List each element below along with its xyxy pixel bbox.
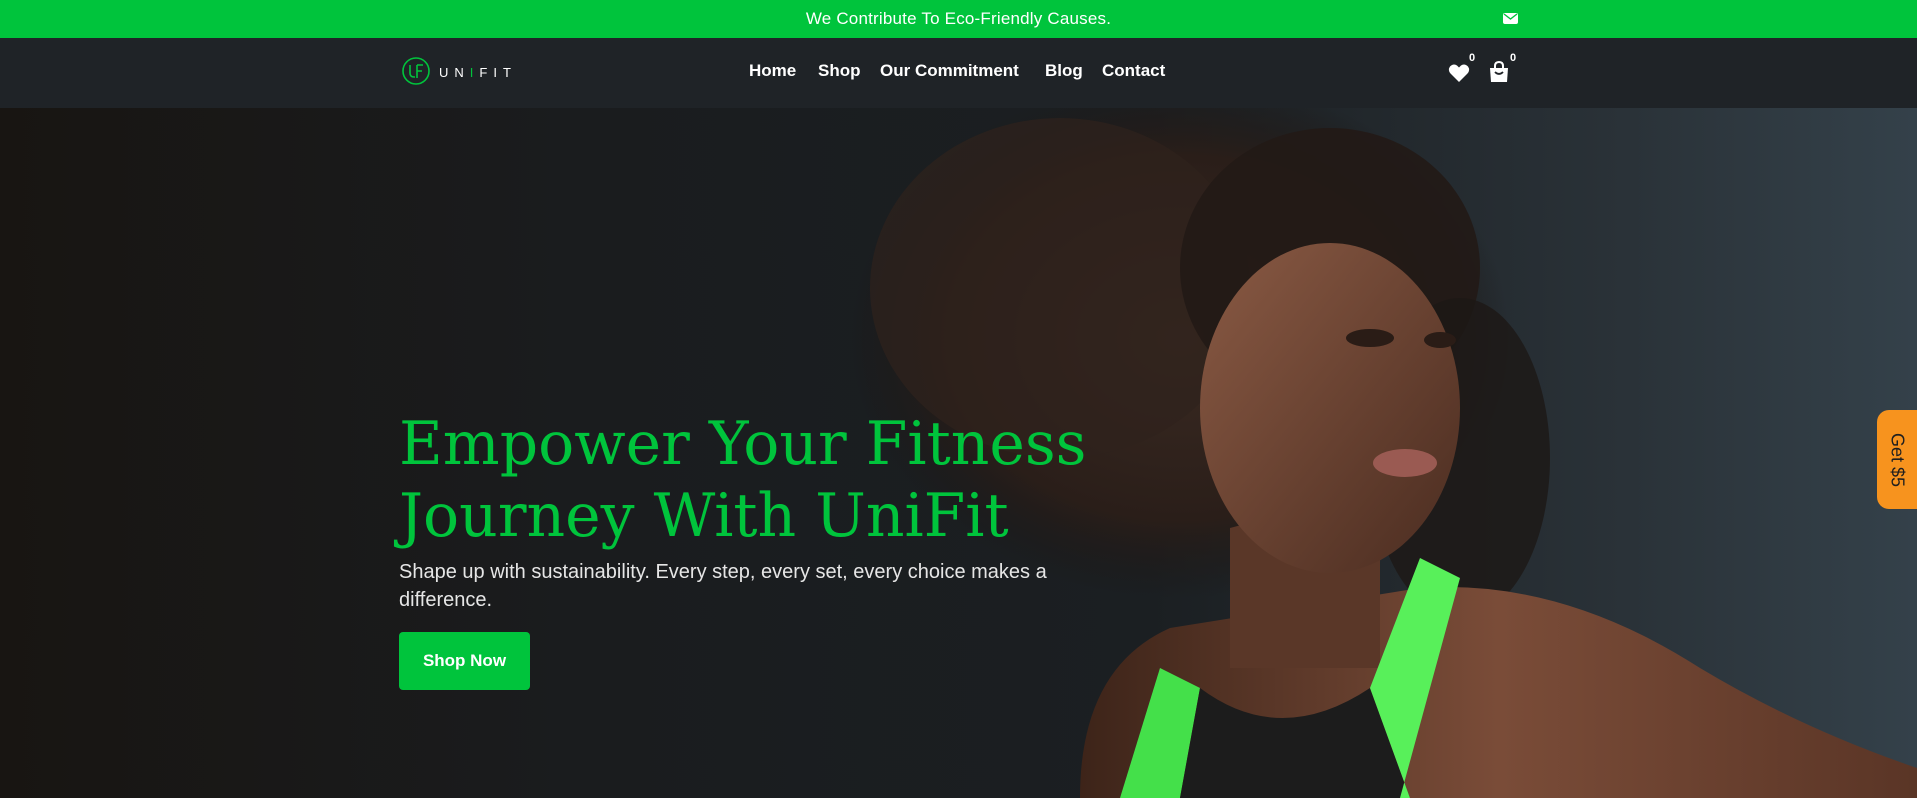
heart-icon[interactable] (1447, 61, 1471, 85)
shopping-bag-icon[interactable] (1487, 60, 1511, 84)
announcement-bar: We Contribute To Eco-Friendly Causes. (0, 0, 1917, 38)
hero-title-line-1: Empower Your Fitness (399, 409, 1087, 479)
nav-item-contact[interactable]: Contact (1102, 61, 1165, 81)
nav-item-blog[interactable]: Blog (1045, 61, 1083, 81)
get-5-dollars-label: Get $5 (1887, 432, 1908, 487)
nav-item-shop[interactable]: Shop (818, 61, 861, 81)
get-5-dollars-tab[interactable]: Get $5 (1877, 410, 1917, 509)
main-nav: Home Shop Our Commitment Blog Contact (0, 61, 1917, 85)
hero-title: Empower Your Fitness Journey With UniFit (399, 408, 1099, 552)
cart-count-badge: 0 (1510, 52, 1517, 64)
wishlist-count-badge: 0 (1469, 52, 1476, 64)
hero-section: Empower Your Fitness Journey With UniFit… (0, 108, 1917, 798)
nav-item-home[interactable]: Home (749, 61, 796, 81)
nav-item-our-commitment[interactable]: Our Commitment (880, 61, 1019, 81)
shop-now-button[interactable]: Shop Now (399, 632, 530, 690)
mail-icon[interactable] (1503, 12, 1518, 25)
hero-subtitle: Shape up with sustainability. Every step… (399, 561, 1047, 611)
announcement-text: We Contribute To Eco-Friendly Causes. (805, 9, 1112, 28)
hero-title-line-2: Journey With UniFit (399, 481, 1009, 551)
